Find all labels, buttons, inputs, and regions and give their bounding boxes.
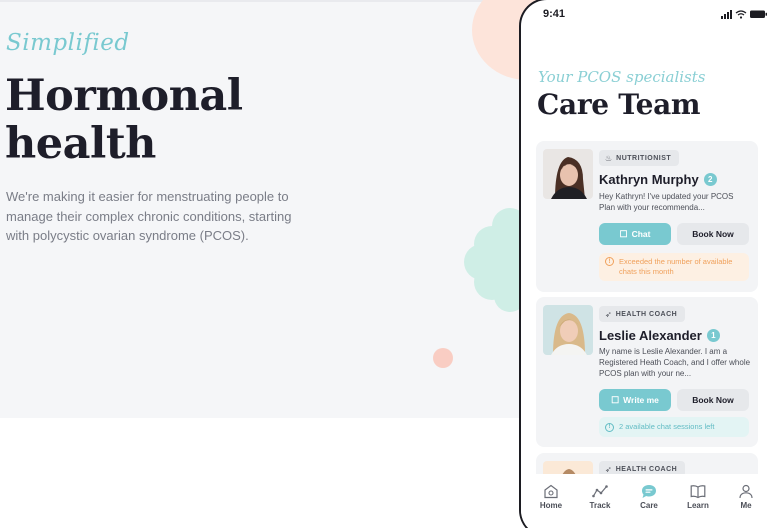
home-icon — [544, 484, 558, 499]
book-now-button[interactable]: Book Now — [677, 223, 749, 245]
chat-icon — [642, 485, 656, 498]
tab-label: Track — [589, 501, 611, 510]
hero-description: We're making it easier for menstruating … — [6, 189, 292, 243]
specialist-name: Kathryn Murphy — [599, 172, 699, 187]
specialist-avatar-leslie — [543, 305, 593, 355]
tab-track[interactable]: Track — [580, 484, 620, 510]
last-message-preview: My name is Leslie Alexander. I am a Regi… — [599, 347, 751, 378]
run-icon: ➶ — [605, 309, 612, 319]
specialist-avatar-kathryn — [543, 149, 593, 199]
status-bar-icons — [721, 10, 767, 19]
bottom-tab-bar: Home Track Care Learn Me — [521, 474, 776, 528]
decorative-pink-dot — [433, 348, 453, 368]
wifi-icon — [735, 10, 747, 16]
warning-icon: ! — [605, 257, 614, 266]
decorative-flower-shape — [464, 208, 526, 312]
specialist-name-row: Kathryn Murphy 2 — [599, 172, 717, 187]
chat-bubble-icon: ☐ — [619, 228, 628, 239]
tab-label: Home — [539, 501, 563, 510]
info-icon: ! — [605, 422, 614, 432]
care-team-subtitle: Your PCOS specialists — [538, 68, 706, 86]
book-icon — [690, 485, 706, 499]
tab-label: Learn — [687, 501, 709, 510]
tab-care[interactable]: Care — [629, 484, 669, 510]
hero-eyebrow: Simplified — [6, 30, 130, 56]
role-label: NUTRITIONIST — [616, 154, 672, 162]
notice-text: 2 available chat sessions left — [619, 422, 715, 431]
care-team-title: Care Team — [537, 88, 701, 121]
run-icon: ➶ — [605, 464, 612, 474]
tab-label: Me — [740, 501, 752, 510]
battery-icon — [750, 10, 767, 18]
tab-label: Care — [640, 501, 658, 510]
user-icon — [739, 484, 753, 499]
tab-learn[interactable]: Learn — [678, 484, 718, 510]
chat-button[interactable]: ☐ Chat — [599, 223, 671, 245]
phone-mockup: 9:41 Your PCOS specialists Care Team ♨ N… — [519, 0, 776, 528]
chat-sessions-notice: ! 2 available chat sessions left — [599, 417, 749, 437]
role-tag-health-coach: ➶ HEALTH COACH — [599, 306, 686, 322]
tab-home[interactable]: Home — [531, 484, 571, 510]
tab-me[interactable]: Me — [726, 484, 766, 510]
hero-headline: Hormonal health — [5, 72, 305, 168]
track-icon — [592, 485, 608, 498]
headline-line-1: Hormonal — [5, 71, 243, 121]
role-label: HEALTH COACH — [615, 465, 678, 473]
pot-icon: ♨ — [605, 153, 613, 163]
role-label: HEALTH COACH — [615, 310, 678, 318]
specialist-name: Leslie Alexander — [599, 328, 702, 343]
specialist-card[interactable]: ♨ NUTRITIONIST Kathryn Murphy 2 Hey Kath… — [536, 141, 758, 292]
notice-text: Exceeded the number of available chats t… — [619, 257, 733, 276]
unread-count-badge: 2 — [703, 173, 717, 186]
role-tag-nutritionist: ♨ NUTRITIONIST — [599, 150, 680, 166]
write-me-button-label: Write me — [623, 395, 659, 405]
book-now-button[interactable]: Book Now — [677, 389, 749, 411]
write-me-button[interactable]: ☐ Write me — [599, 389, 671, 411]
signal-icon — [721, 10, 732, 19]
unread-count-badge: 1 — [706, 329, 720, 342]
specialist-card[interactable]: ➶ HEALTH COACH Leslie Alexander 1 My nam… — [536, 297, 758, 447]
headline-line-2: health — [5, 119, 156, 169]
chat-limit-notice: ! Exceeded the number of available chats… — [599, 253, 749, 281]
status-bar-time: 9:41 — [543, 8, 566, 20]
last-message-preview: Hey Kathryn! I've updated your PCOS Plan… — [599, 192, 734, 212]
specialist-name-row: Leslie Alexander 1 — [599, 328, 720, 343]
chat-bubble-icon: ☐ — [611, 394, 620, 405]
chat-button-label: Chat — [631, 229, 651, 239]
landing-page: Simplified Hormonal health We're making … — [0, 0, 776, 528]
